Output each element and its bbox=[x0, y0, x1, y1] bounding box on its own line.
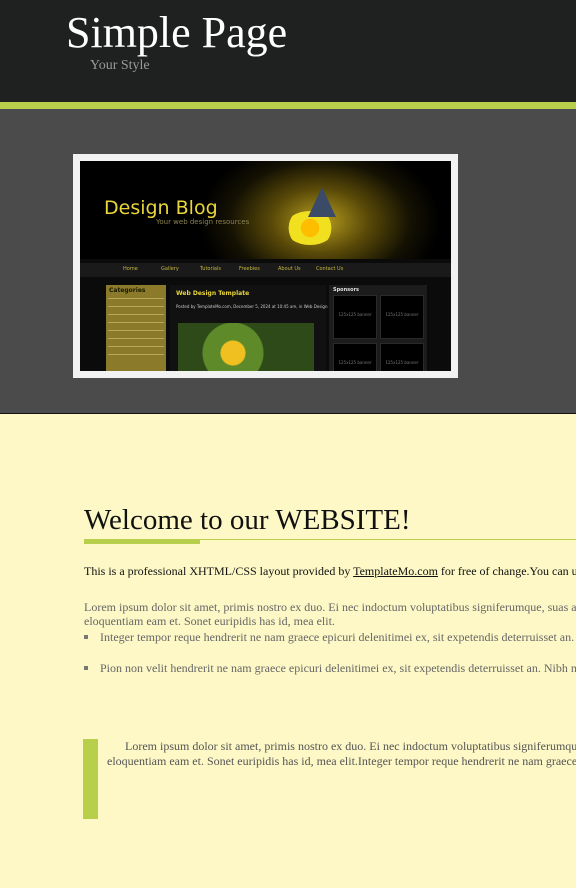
preview-ad: 125x125 banner bbox=[380, 295, 424, 339]
page-title: Welcome to our WEBSITE! bbox=[84, 504, 411, 536]
preview-sidebar-title: Categories bbox=[109, 287, 146, 294]
preview-nav: Home Gallery Tutorials Freebies About Us… bbox=[80, 263, 451, 277]
list-item: Pion non velit hendrerit ne nam graece e… bbox=[84, 661, 576, 676]
butterfly-graphic bbox=[308, 187, 336, 217]
preview-sidebar: Categories bbox=[106, 285, 166, 371]
lorem-paragraph: Lorem ipsum dolor sit amet, primis nostr… bbox=[84, 600, 576, 628]
bullet-icon bbox=[84, 635, 88, 640]
preview-ad: 125x125 banner bbox=[380, 343, 424, 371]
templatemo-link[interactable]: TemplateMo.com bbox=[353, 564, 438, 578]
preview-sponsors: Sponsors 125x125 banner 125x125 banner 1… bbox=[329, 285, 427, 371]
heading-accent bbox=[84, 539, 200, 544]
blockquote-bar bbox=[83, 739, 98, 819]
preview-sponsors-title: Sponsors bbox=[333, 287, 360, 293]
preview-nav-item: Home bbox=[123, 266, 138, 272]
blockquote: Lorem ipsum dolor sit amet, primis nostr… bbox=[107, 739, 576, 768]
preview-nav-item: Contact Us bbox=[316, 266, 344, 272]
preview-post-meta: Posted by TemplateMo.com, December 5, 20… bbox=[176, 304, 328, 309]
preview-blog-tagline: Your web design resources bbox=[156, 218, 250, 226]
site-header: Simple Page Your Style bbox=[0, 0, 576, 102]
preview-blog-title: Design Blog bbox=[104, 197, 218, 219]
preview-post-title: Web Design Template bbox=[176, 290, 250, 297]
preview-ad: 125x125 banner bbox=[333, 343, 377, 371]
preview-header: Design Blog Your web design resources bbox=[80, 161, 451, 259]
header-divider bbox=[0, 102, 576, 109]
preview-nav-item: Freebies bbox=[239, 266, 260, 272]
template-preview-image[interactable]: Design Blog Your web design resources Ho… bbox=[80, 161, 451, 371]
intro-text: This is a professional XHTML/CSS layout … bbox=[84, 564, 576, 578]
preview-ad: 125x125 banner bbox=[333, 295, 377, 339]
site-slogan: Your Style bbox=[90, 58, 150, 73]
preview-main: Web Design Template Posted by TemplateMo… bbox=[170, 285, 328, 371]
template-preview-frame[interactable]: Design Blog Your web design resources Ho… bbox=[73, 154, 458, 378]
preview-nav-item: Tutorials bbox=[200, 266, 221, 272]
list-item: Integer tempor reque hendrerit ne nam gr… bbox=[84, 630, 576, 645]
banner: Design Blog Your web design resources Ho… bbox=[0, 109, 576, 414]
preview-post-image bbox=[178, 323, 314, 371]
preview-nav-item: About Us bbox=[278, 266, 301, 272]
bullet-icon bbox=[84, 666, 88, 671]
main-content: Welcome to our WEBSITE! This is a profes… bbox=[0, 414, 576, 888]
site-title[interactable]: Simple Page bbox=[66, 8, 287, 58]
preview-nav-item: Gallery bbox=[161, 266, 179, 272]
